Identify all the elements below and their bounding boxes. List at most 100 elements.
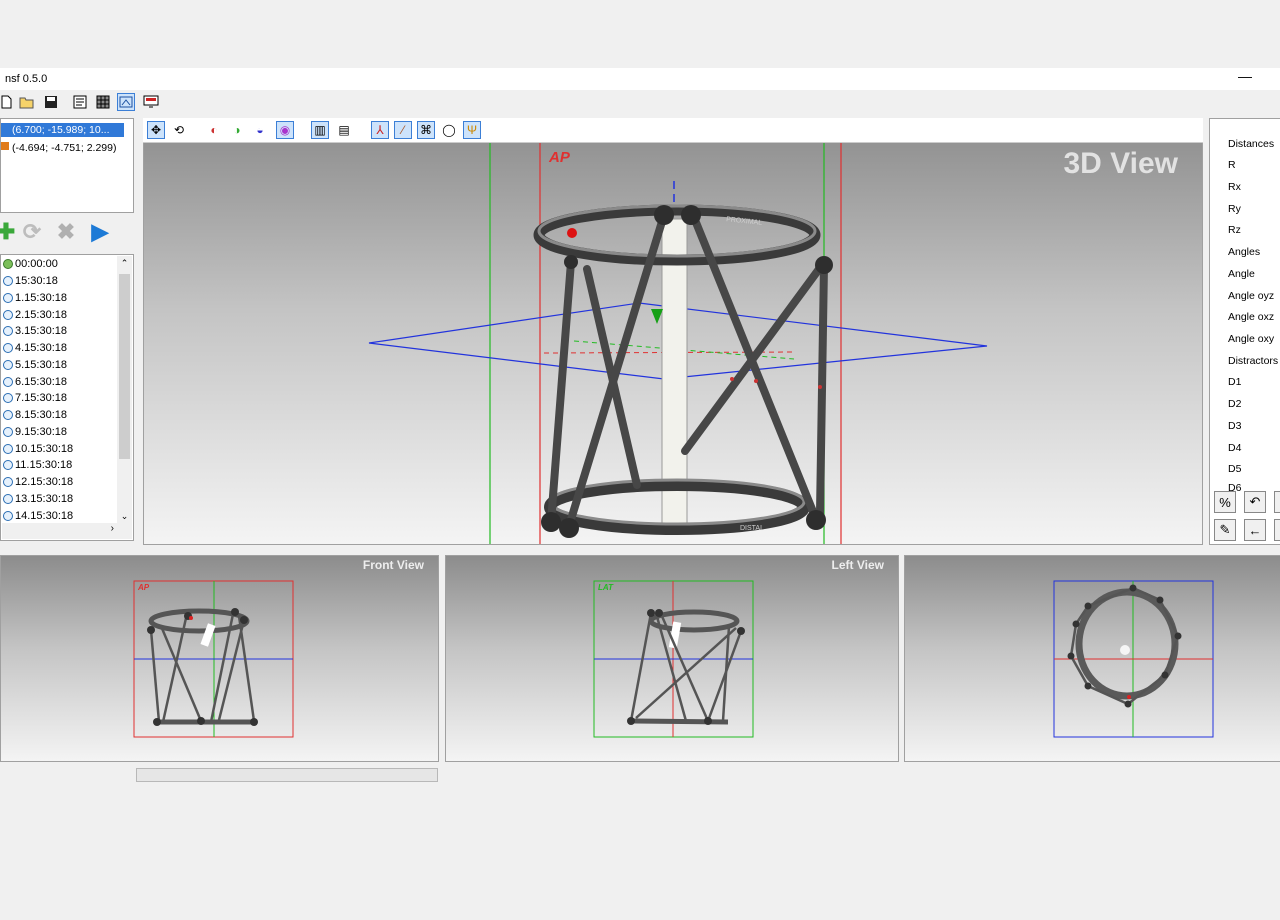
frame-icon[interactable]: [117, 93, 135, 111]
list-item[interactable]: 13.15:30:18: [3, 491, 74, 508]
percent-icon[interactable]: %: [1214, 491, 1236, 513]
time-label: 6.15:30:18: [15, 376, 67, 388]
delete-icon[interactable]: ✖: [54, 219, 78, 244]
grid-icon[interactable]: [94, 93, 112, 111]
list-item[interactable]: 15:30:18: [3, 273, 58, 290]
minimize-button[interactable]: —: [1238, 68, 1252, 84]
scroll-right-icon[interactable]: ›: [111, 523, 114, 534]
title-bar: nsf 0.5.0 —: [0, 68, 1280, 90]
list-item[interactable]: 4.15:30:18: [3, 340, 67, 357]
clock-icon: [3, 310, 13, 321]
rotate-icon[interactable]: ⟲: [170, 121, 188, 139]
axes-icon[interactable]: ⅄: [371, 121, 389, 139]
label-distances: Distances: [1228, 138, 1275, 150]
open-folder-icon[interactable]: [18, 93, 36, 111]
rgb-icon[interactable]: ◉: [276, 121, 294, 139]
frame-struts-icon[interactable]: ⌘: [417, 121, 435, 139]
list-item[interactable]: 2.15:30:18: [3, 307, 67, 324]
scroll-down-icon[interactable]: ⌄: [117, 509, 132, 524]
view-title: 3D View: [1063, 147, 1178, 180]
time-label: 1.15:30:18: [15, 292, 67, 304]
front-view[interactable]: Front View AP: [0, 555, 439, 762]
time-label: 14.15:30:18: [15, 510, 74, 522]
label-d3: D3: [1228, 420, 1242, 432]
scroll-up-icon[interactable]: ⌃: [117, 256, 132, 271]
label-d4: D4: [1228, 442, 1242, 454]
monitor-icon[interactable]: [142, 93, 160, 111]
horizontal-scrollbar[interactable]: ›: [2, 523, 132, 539]
new-file-icon[interactable]: [0, 93, 15, 111]
clock-icon: [3, 276, 13, 287]
time-label: 7.15:30:18: [15, 392, 67, 404]
time-label: 3.15:30:18: [15, 325, 67, 337]
list-item[interactable]: 5.15:30:18: [3, 357, 67, 374]
clock-icon: [3, 360, 13, 371]
document-icon[interactable]: [71, 93, 89, 111]
refresh-icon[interactable]: ⟳: [20, 219, 44, 244]
ruler-icon[interactable]: ▥: [311, 121, 329, 139]
list-item[interactable]: 00:00:00: [3, 256, 58, 273]
clock-icon: [3, 293, 13, 304]
list-item[interactable]: 11.15:30:18: [3, 457, 72, 474]
clock-icon: [3, 410, 13, 421]
pencil-icon[interactable]: ✎: [1214, 519, 1236, 541]
time-label: 9.15:30:18: [15, 426, 67, 438]
label-rz: Rz: [1228, 224, 1241, 236]
pen-icon[interactable]: ⁄: [394, 121, 412, 139]
status-bar: [136, 768, 438, 782]
coordinate-row[interactable]: (6.700; -15.989; 10...: [1, 123, 124, 137]
list-item[interactable]: 1.15:30:18: [3, 290, 67, 307]
color-red-icon[interactable]: ◐: [205, 121, 223, 139]
clock-icon: [3, 460, 13, 471]
clock-icon: [3, 343, 13, 354]
list-item[interactable]: 3.15:30:18: [3, 323, 67, 340]
left-view[interactable]: Left View LAT: [445, 555, 899, 762]
time-label: 13.15:30:18: [15, 493, 74, 505]
time-label: 8.15:30:18: [15, 409, 67, 421]
bones-icon[interactable]: Ψ: [463, 121, 481, 139]
undo-icon[interactable]: ↶: [1244, 491, 1266, 513]
clock-icon: [3, 393, 13, 404]
view-3d[interactable]: 3D View AP PROXIMAL DISTAL: [143, 118, 1203, 545]
list-item[interactable]: 7.15:30:18: [3, 390, 67, 407]
time-label: 12.15:30:18: [15, 476, 74, 488]
label-angles: Angles: [1228, 246, 1261, 258]
label-angle-oxz: Angle oxz: [1228, 311, 1275, 323]
time-label: 10.15:30:18: [15, 443, 74, 455]
scroll-thumb[interactable]: [119, 274, 130, 459]
save-icon[interactable]: [42, 93, 60, 111]
play-icon[interactable]: ▶: [88, 219, 112, 244]
clock-icon: [3, 477, 13, 488]
main-toolbar: [0, 91, 1280, 113]
clock-icon: [3, 494, 13, 505]
vertical-scrollbar[interactable]: ⌃ ⌄: [117, 256, 132, 524]
clock-icon: [3, 511, 13, 522]
back-arrow-icon[interactable]: ←: [1244, 519, 1266, 541]
color-green-icon[interactable]: ◑: [228, 121, 246, 139]
clock-icon: [3, 326, 13, 337]
more-icon[interactable]: ›: [1274, 519, 1280, 541]
clock-icon: [3, 444, 13, 455]
ring-icon[interactable]: ◯: [440, 121, 458, 139]
list-item[interactable]: 10.15:30:18: [3, 441, 74, 458]
move-icon[interactable]: ✥: [147, 121, 165, 139]
next-icon[interactable]: ›: [1274, 491, 1280, 513]
coordinates-list: (6.700; -15.989; 10... (-4.694; -4.751; …: [0, 118, 134, 213]
label-d2: D2: [1228, 398, 1242, 410]
coordinate-row[interactable]: (-4.694; -4.751; 2.299): [1, 141, 116, 155]
clock-icon: [3, 259, 13, 270]
parameters-panel: Distances R Rx Ry Rz Angles Angle Angle …: [1209, 118, 1280, 545]
add-icon[interactable]: ✚: [0, 219, 18, 244]
list-item[interactable]: 8.15:30:18: [3, 407, 67, 424]
list-item[interactable]: 9.15:30:18: [3, 424, 67, 441]
time-label: 5.15:30:18: [15, 359, 67, 371]
top-view[interactable]: [904, 555, 1280, 762]
list-item[interactable]: 12.15:30:18: [3, 474, 74, 491]
label-angle: Angle: [1228, 268, 1255, 280]
ap-label: AP: [138, 583, 150, 592]
label-distractors: Distractors: [1228, 355, 1279, 367]
color-blue-icon[interactable]: ◒: [251, 121, 269, 139]
list-item[interactable]: 6.15:30:18: [3, 374, 67, 391]
level-icon[interactable]: ▤: [335, 121, 353, 139]
action-bar: ✚ ⟳ ✖ ▶: [0, 216, 134, 250]
